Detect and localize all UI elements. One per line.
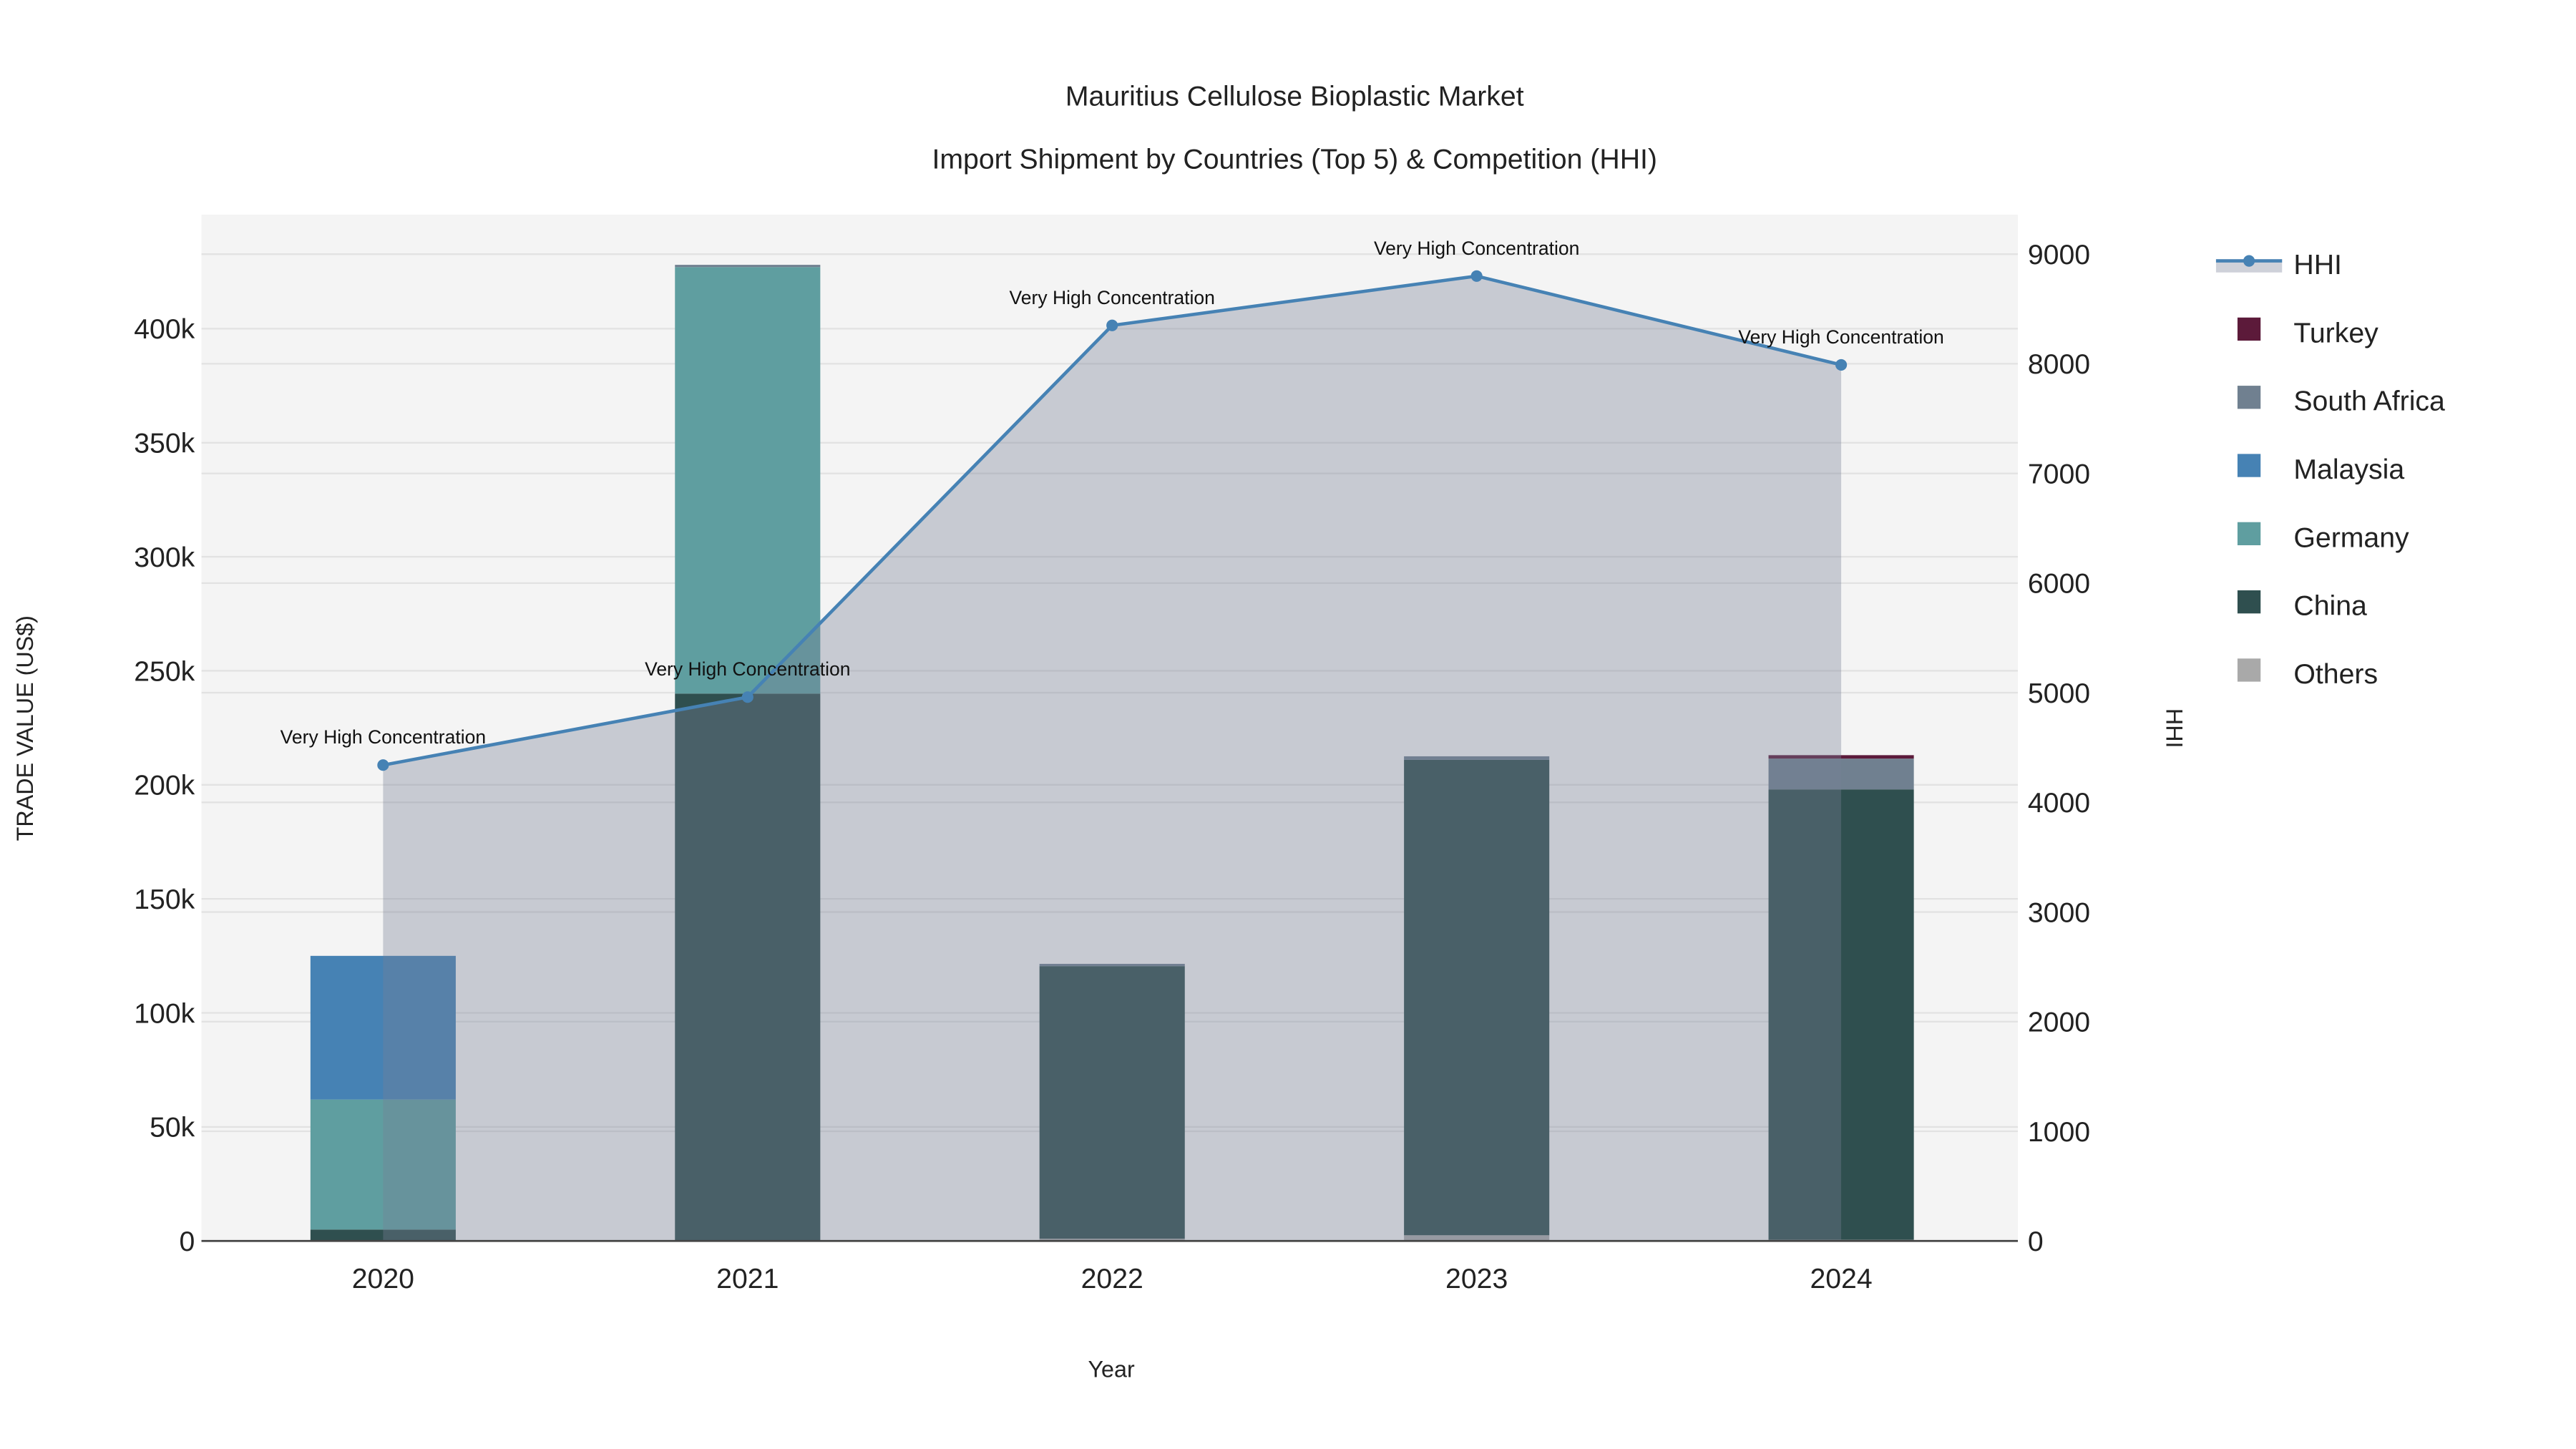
y-tick-label: 400k <box>134 313 195 345</box>
y-tick-label: 100k <box>134 997 195 1029</box>
chart-title-line2: Import Shipment by Countries (Top 5) & C… <box>932 143 1657 175</box>
x-axis-title: Year <box>1088 1357 1135 1382</box>
legend-swatch-turkey <box>2237 317 2261 341</box>
y2-tick-label: 5000 <box>2028 678 2090 709</box>
legend-label: Others <box>2293 658 2378 690</box>
bar-south-africa-2021[interactable] <box>675 265 821 268</box>
y-tick-label: 250k <box>134 655 195 687</box>
y-axis-title: TRADE VALUE (US$) <box>12 615 38 841</box>
y-tick-label: 200k <box>134 770 195 801</box>
hhi-annotation: Very High Concentration <box>1374 238 1579 259</box>
legend-label: South Africa <box>2293 386 2445 417</box>
y2-tick-label: 0 <box>2028 1226 2044 1257</box>
legend-label: Malaysia <box>2293 454 2404 485</box>
legend-swatch-malaysia <box>2237 454 2261 477</box>
y2-tick-label: 2000 <box>2028 1007 2090 1038</box>
hhi-point-2021[interactable] <box>741 691 753 703</box>
hhi-annotation: Very High Concentration <box>645 658 850 680</box>
y2-tick-label: 4000 <box>2028 787 2090 819</box>
y2-axis-title: HHI <box>2162 708 2187 748</box>
y2-tick-label: 3000 <box>2028 897 2090 928</box>
x-tick-label: 2023 <box>1445 1263 1508 1294</box>
x-tick-label: 2022 <box>1081 1263 1143 1294</box>
hhi-point-2024[interactable] <box>1835 358 1848 371</box>
x-tick-label: 2024 <box>1810 1263 1872 1294</box>
y2-tick-label: 8000 <box>2028 348 2090 380</box>
legend-label: Turkey <box>2293 317 2379 348</box>
hhi-annotation: Very High Concentration <box>1738 326 1943 348</box>
bar-germany-2021[interactable] <box>675 267 821 694</box>
legend-swatch-others <box>2237 658 2261 682</box>
chart-title-line1: Mauritius Cellulose Bioplastic Market <box>1065 81 1524 112</box>
legend-label: China <box>2293 590 2367 622</box>
hhi-annotation: Very High Concentration <box>280 726 486 748</box>
legend-swatch-china <box>2237 590 2261 614</box>
y2-tick-label: 1000 <box>2028 1116 2090 1148</box>
legend-label: Germany <box>2293 522 2409 553</box>
hhi-point-2023[interactable] <box>1470 270 1483 282</box>
x-tick-label: 2021 <box>716 1263 779 1294</box>
hhi-point-2022[interactable] <box>1106 319 1118 331</box>
y2-tick-label: 6000 <box>2028 568 2090 600</box>
y2-tick-label: 9000 <box>2028 239 2090 270</box>
y-tick-label: 150k <box>134 884 195 915</box>
y2-tick-label: 7000 <box>2028 458 2090 489</box>
hhi-point-2020[interactable] <box>377 759 389 771</box>
chart: Very High Concentration Very High Concent… <box>0 0 2576 1449</box>
legend-label: HHI <box>2293 249 2342 280</box>
legend-swatch-south-africa <box>2237 386 2261 409</box>
y-tick-label: 300k <box>134 542 195 573</box>
hhi-annotation: Very High Concentration <box>1010 287 1215 308</box>
y-tick-label: 350k <box>134 428 195 459</box>
y-tick-label: 0 <box>179 1226 195 1257</box>
y-tick-label: 50k <box>150 1112 195 1143</box>
x-tick-label: 2020 <box>352 1263 414 1294</box>
legend-hhi-marker-icon <box>2243 255 2255 267</box>
legend-swatch-germany <box>2237 522 2261 545</box>
